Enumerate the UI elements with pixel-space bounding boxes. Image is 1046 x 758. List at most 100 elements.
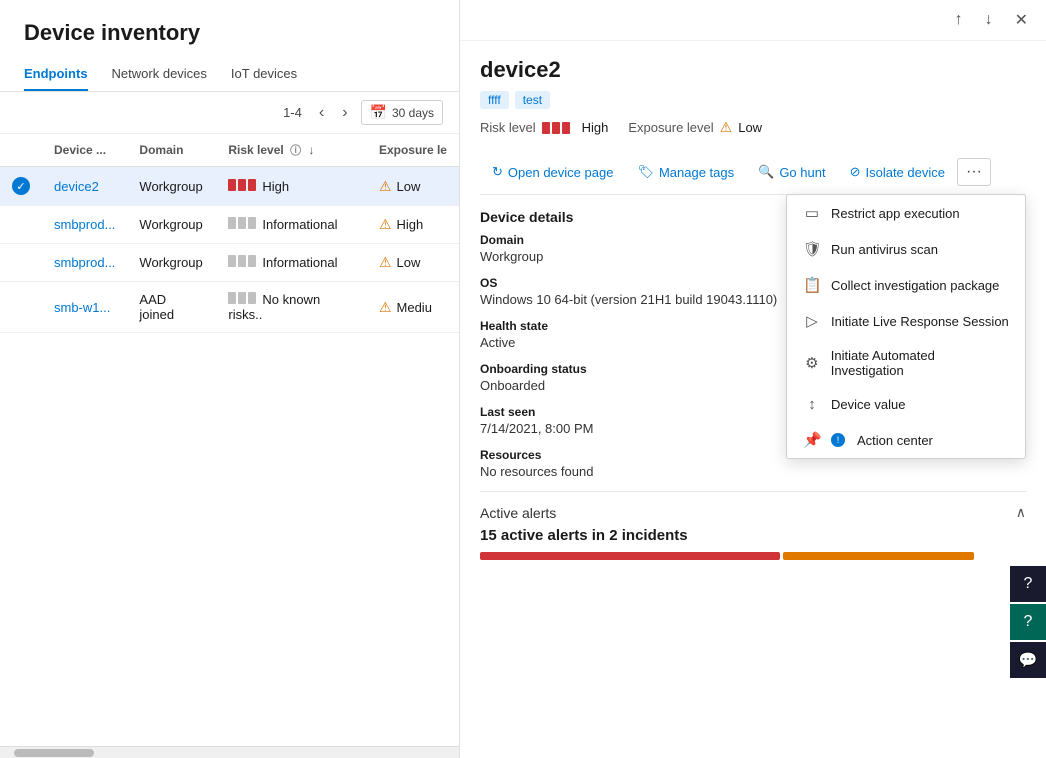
dropdown-item-icon: ↕ xyxy=(803,396,821,413)
exposure-text: Low xyxy=(397,179,421,194)
dropdown-item[interactable]: ↕ Device value xyxy=(787,387,1025,422)
prev-button[interactable]: ‹ xyxy=(314,102,329,124)
check-circle: ✓ xyxy=(12,177,30,195)
table-header-row: Device ... Domain Risk level ⓘ ↓ Exposur… xyxy=(0,134,459,167)
device-name-cell[interactable]: device2 xyxy=(42,167,127,206)
tabs-bar: Endpoints Network devices IoT devices xyxy=(0,58,459,92)
bar xyxy=(238,292,246,304)
left-panel: Device inventory Endpoints Network devic… xyxy=(0,0,460,758)
calendar-icon: 📅 xyxy=(370,104,387,121)
dropdown-item-label: Device value xyxy=(831,397,905,412)
table-row[interactable]: smb-w1...AAD joinedNo known risks..⚠Medi… xyxy=(0,282,459,333)
device-name: smbprod... xyxy=(54,217,115,232)
risk-bars xyxy=(228,255,256,267)
bar xyxy=(228,292,236,304)
risk-cell: Informational xyxy=(216,206,367,244)
tag-test: test xyxy=(515,91,550,109)
scroll-thumb[interactable] xyxy=(14,749,94,757)
alert-bar xyxy=(783,552,974,560)
domain-cell: Workgroup xyxy=(127,206,216,244)
exposure-text: Low xyxy=(397,255,421,270)
bar xyxy=(248,292,256,304)
row-check xyxy=(0,206,42,244)
device-table-container: Device ... Domain Risk level ⓘ ↓ Exposur… xyxy=(0,134,459,746)
chat-button[interactable]: 💬 xyxy=(1010,642,1046,678)
tab-network-devices[interactable]: Network devices xyxy=(112,58,207,91)
risk-value: High xyxy=(582,120,609,135)
exposure-label-static: Exposure level xyxy=(628,120,713,135)
help-button-2[interactable]: ? xyxy=(1010,604,1046,640)
col-exposure[interactable]: Exposure le xyxy=(367,134,459,167)
exposure-cell: ⚠Mediu xyxy=(367,282,459,333)
toolbar-row: 1-4 ‹ › 📅 30 days xyxy=(0,92,459,134)
device-table-body: ✓ device2 Workgroup High ⚠ Low smbprod... Workg… xyxy=(0,167,459,333)
exposure-value-cell: ⚠Mediu xyxy=(379,299,447,316)
exposure-warn-icon: ⚠ xyxy=(379,254,392,271)
dropdown-item[interactable]: 📋Collect investigation package xyxy=(787,267,1025,303)
dropdown-item[interactable]: ⚙Initiate Automated Investigation xyxy=(787,339,1025,387)
horizontal-scrollbar[interactable] xyxy=(0,746,459,758)
dropdown-item-icon: ▭ xyxy=(803,204,821,222)
dropdown-item-label: Action center xyxy=(857,433,933,448)
risk-info-icon: ⓘ xyxy=(290,145,301,157)
more-actions-button[interactable]: ··· xyxy=(957,158,991,186)
col-device[interactable]: Device ... xyxy=(42,134,127,167)
pagination-label: 1-4 xyxy=(283,105,302,120)
detail-value: No resources found xyxy=(480,464,1026,479)
bar xyxy=(228,217,236,229)
bar xyxy=(228,255,236,267)
dropdown-item[interactable]: ▭Restrict app execution xyxy=(787,195,1025,231)
alert-bar-row xyxy=(480,552,1026,560)
risk-text: Informational xyxy=(262,217,337,232)
col-risk[interactable]: Risk level ⓘ ↓ xyxy=(216,134,367,167)
dropdown-item-label: Initiate Automated Investigation xyxy=(831,348,1009,378)
panel-close-button[interactable]: ✕ xyxy=(1009,8,1034,32)
isolate-icon: ⊘ xyxy=(850,164,861,180)
isolate-device-button[interactable]: ⊘ Isolate device xyxy=(838,158,957,186)
risk-bars xyxy=(228,179,256,191)
open-device-page-button[interactable]: ↻ Open device page xyxy=(480,158,625,186)
dropdown-item[interactable]: 📌!Action center xyxy=(787,422,1025,458)
open-device-icon: ↻ xyxy=(492,164,503,180)
exposure-warn-icon: ⚠ xyxy=(379,178,392,195)
bar xyxy=(228,179,236,191)
exposure-value-cell: ⚠High xyxy=(379,216,447,233)
panel-up-button[interactable]: ↑ xyxy=(949,9,969,31)
date-filter[interactable]: 📅 30 days xyxy=(361,100,443,125)
row-check xyxy=(0,244,42,282)
device-name-cell[interactable]: smbprod... xyxy=(42,244,127,282)
table-row[interactable]: smbprod...WorkgroupInformational⚠Low xyxy=(0,244,459,282)
next-button[interactable]: › xyxy=(337,102,352,124)
go-hunt-button[interactable]: 🔍 Go hunt xyxy=(746,158,837,186)
risk-label-static: Risk level xyxy=(480,120,536,135)
chat-icon: 💬 xyxy=(1019,651,1038,669)
help-button-1[interactable]: ? xyxy=(1010,566,1046,602)
panel-content: device2 ffff test Risk level High Exposu… xyxy=(460,41,1046,758)
col-domain[interactable]: Domain xyxy=(127,134,216,167)
device-name: smbprod... xyxy=(54,255,115,270)
dropdown-item-icon: ▷ xyxy=(803,312,821,330)
device-name-cell[interactable]: smbprod... xyxy=(42,206,127,244)
floating-buttons: ? ? 💬 xyxy=(1010,566,1046,678)
table-row[interactable]: smbprod... Workgroup Informational ⚠High xyxy=(0,206,459,244)
exposure-cell: ⚠ Low xyxy=(367,244,459,282)
risk-bar-1 xyxy=(542,122,550,134)
notification-badge: ! xyxy=(831,433,845,447)
dropdown-item-label: Collect investigation package xyxy=(831,278,999,293)
risk-cell: High xyxy=(216,167,367,206)
panel-down-button[interactable]: ↓ xyxy=(979,9,999,31)
risk-cell: No known risks.. xyxy=(216,282,367,333)
exposure-warn-icon: ⚠ xyxy=(379,216,392,233)
domain-cell: Workgroup xyxy=(127,244,216,282)
manage-tags-button[interactable]: 🏷 Manage tags xyxy=(625,158,746,186)
device-name-cell[interactable]: smb-w1... xyxy=(42,282,127,333)
dropdown-item[interactable]: 🛡Run antivirus scan xyxy=(787,231,1025,267)
device-name: device2 xyxy=(54,179,99,194)
tag-ffff: ffff xyxy=(480,91,509,109)
table-row[interactable]: ✓device2WorkgroupHigh⚠Low xyxy=(0,167,459,206)
tab-endpoints[interactable]: Endpoints xyxy=(24,58,88,91)
risk-text: High xyxy=(262,179,289,194)
collapse-alerts-button[interactable]: ∧ xyxy=(1016,504,1026,521)
dropdown-item[interactable]: ▷Initiate Live Response Session xyxy=(787,303,1025,339)
tab-iot-devices[interactable]: IoT devices xyxy=(231,58,297,91)
